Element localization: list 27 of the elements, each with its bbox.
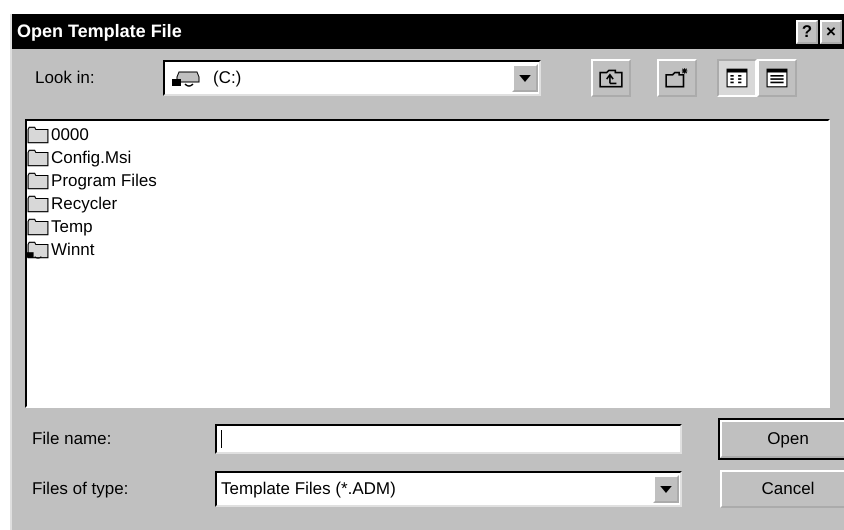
window-title: Open Template File (17, 21, 182, 42)
file-type-value: Template Files (*.ADM) (220, 479, 397, 499)
cancel-button[interactable]: Cancel (720, 470, 844, 508)
new-folder-button[interactable] (657, 59, 697, 97)
help-button[interactable]: ? (796, 20, 818, 44)
close-button[interactable]: × (820, 20, 842, 44)
folder-item[interactable]: Winnt (27, 238, 828, 261)
list-view-button[interactable] (717, 59, 757, 97)
file-type-label: Files of type: (32, 479, 130, 499)
details-view-button[interactable] (757, 59, 797, 97)
up-folder-icon (598, 67, 624, 89)
file-name-label: File name: (32, 429, 112, 449)
folder-item[interactable]: 0000 (27, 123, 828, 146)
folder-item[interactable]: Config.Msi (27, 146, 828, 169)
folder-item[interactable]: Recycler (27, 192, 828, 215)
folder-item[interactable]: Program Files (27, 169, 828, 192)
list-view-icon (726, 68, 748, 88)
open-button[interactable]: Open (720, 420, 844, 458)
folder-item[interactable]: Temp (27, 215, 828, 238)
look-in-value: (C:) (212, 68, 242, 88)
look-in-label: Look in: (35, 68, 96, 88)
look-in-dropdown[interactable]: (C:) (163, 60, 541, 96)
file-name-field[interactable] (215, 424, 682, 454)
up-folder-button[interactable] (591, 59, 631, 97)
new-folder-icon (664, 67, 690, 89)
details-view-icon (766, 68, 788, 88)
file-type-dropdown[interactable]: Template Files (*.ADM) (215, 471, 682, 507)
